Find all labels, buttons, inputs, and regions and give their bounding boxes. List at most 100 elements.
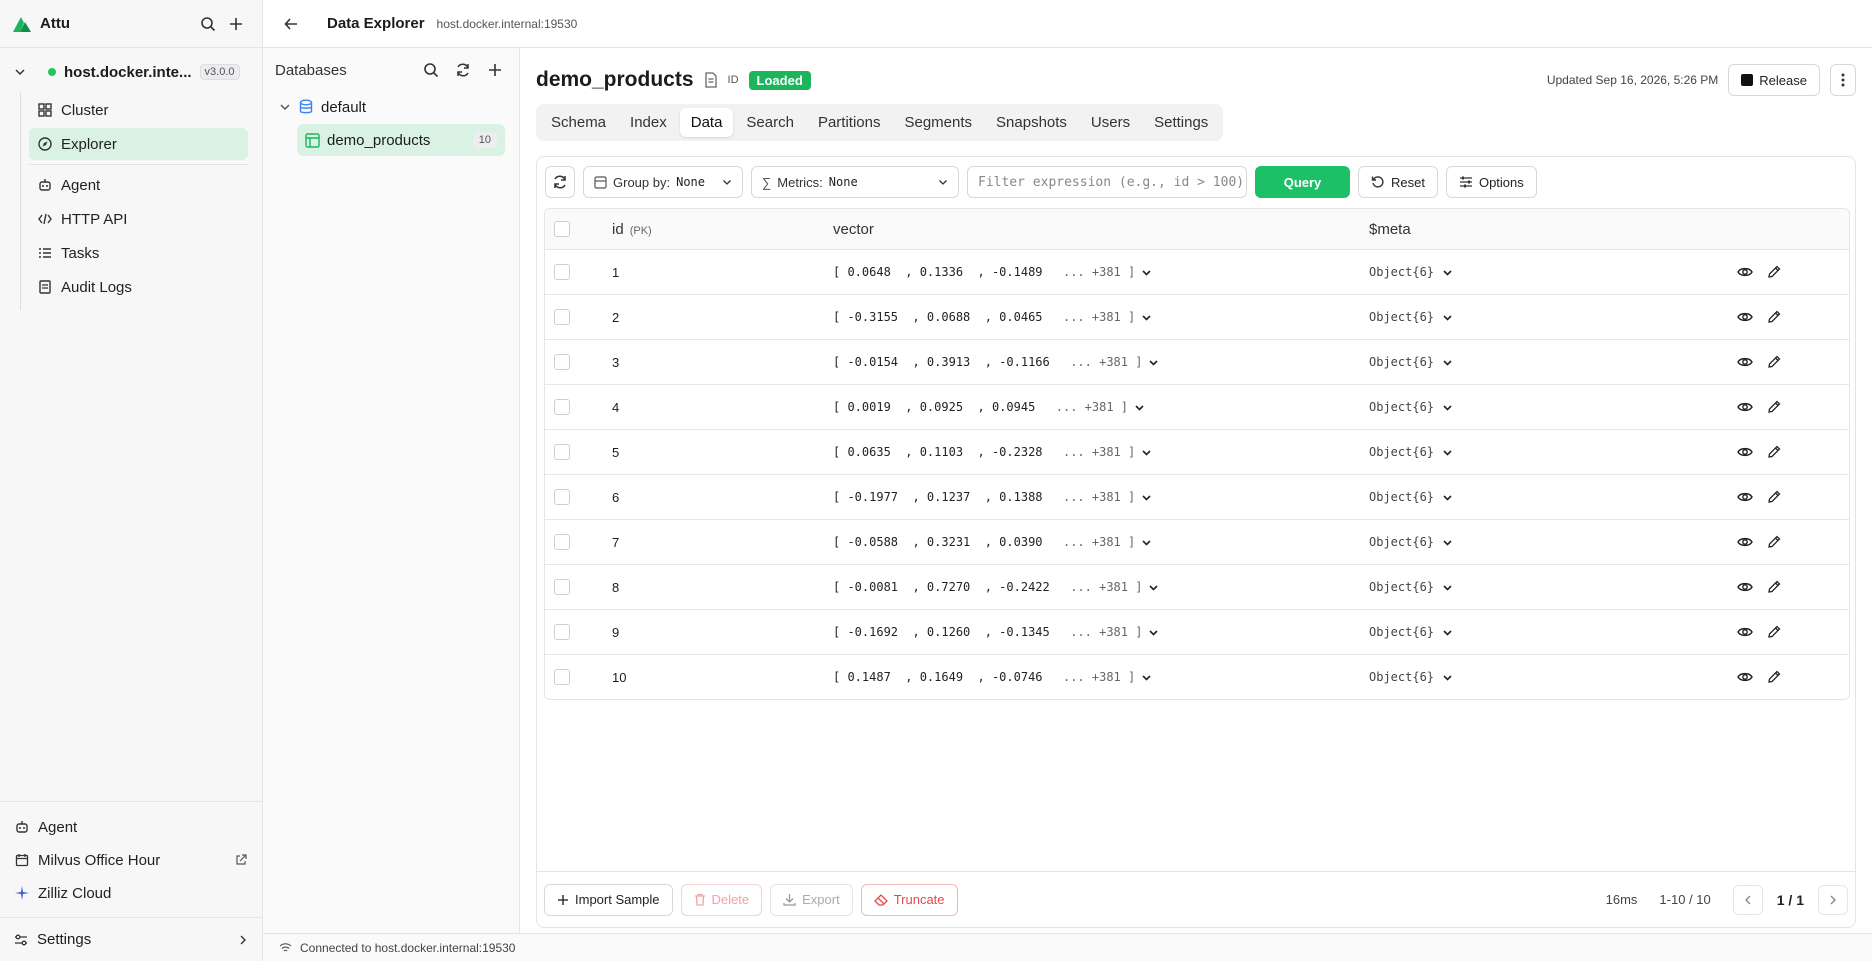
sidebar-item-explorer[interactable]: Explorer xyxy=(29,128,248,160)
chevron-down-icon[interactable] xyxy=(1442,447,1453,458)
table-row[interactable]: 2 [ -0.3155 , 0.0688 , 0.0465 ... +381 ] O… xyxy=(545,294,1849,339)
tab-segments[interactable]: Segments xyxy=(893,108,983,137)
more-actions-button[interactable] xyxy=(1830,64,1856,96)
chevron-down-icon[interactable] xyxy=(1148,627,1159,638)
pencil-icon[interactable] xyxy=(1767,355,1781,369)
previous-page-button[interactable] xyxy=(1732,884,1763,915)
table-row[interactable]: 8 [ -0.0081 , 0.7270 , -0.2422 ... +381 ]… xyxy=(545,564,1849,609)
chevron-down-icon[interactable] xyxy=(1141,447,1152,458)
pencil-icon[interactable] xyxy=(1767,310,1781,324)
row-checkbox[interactable] xyxy=(554,669,570,685)
pencil-icon[interactable] xyxy=(1767,670,1781,684)
table-row[interactable]: 7 [ -0.0588 , 0.3231 , 0.0390 ... +381 ] O… xyxy=(545,519,1849,564)
row-checkbox[interactable] xyxy=(554,399,570,415)
pencil-icon[interactable] xyxy=(1767,400,1781,414)
table-row[interactable]: 1 [ 0.0648 , 0.1336 , -0.1489 ... +381 ] O… xyxy=(545,249,1849,294)
tab-schema[interactable]: Schema xyxy=(540,108,617,137)
column-header-meta[interactable]: $meta xyxy=(1369,221,1411,238)
options-button[interactable]: Options xyxy=(1445,166,1537,198)
chevron-down-icon[interactable] xyxy=(1148,357,1159,368)
sidebar-bottom-zilliz[interactable]: Zilliz Cloud xyxy=(6,877,256,909)
database-refresh-button[interactable] xyxy=(449,56,477,84)
eye-icon[interactable] xyxy=(1737,581,1753,593)
eye-icon[interactable] xyxy=(1737,671,1753,683)
chevron-down-icon[interactable] xyxy=(1442,672,1453,683)
row-checkbox[interactable] xyxy=(554,624,570,640)
export-button[interactable]: Export xyxy=(770,883,853,916)
chevron-down-icon[interactable] xyxy=(1134,402,1145,413)
metrics-select[interactable]: ∑ Metrics: None xyxy=(751,166,959,198)
sidebar-item-http-api[interactable]: HTTP API xyxy=(29,203,248,235)
row-checkbox[interactable] xyxy=(554,579,570,595)
column-header-vector[interactable]: vector xyxy=(833,221,874,238)
global-search-button[interactable] xyxy=(194,10,222,38)
table-row[interactable]: 9 [ -0.1692 , 0.1260 , -0.1345 ... +381 ]… xyxy=(545,609,1849,654)
sidebar-bottom-office-hour[interactable]: Milvus Office Hour xyxy=(6,844,256,876)
database-node-default[interactable]: default xyxy=(263,92,519,122)
chevron-down-icon[interactable] xyxy=(1141,267,1152,278)
table-row[interactable]: 5 [ 0.0635 , 0.1103 , -0.2328 ... +381 ] O… xyxy=(545,429,1849,474)
chevron-down-icon[interactable] xyxy=(1442,312,1453,323)
chevron-down-icon[interactable] xyxy=(1442,402,1453,413)
eye-icon[interactable] xyxy=(1737,536,1753,548)
pencil-icon[interactable] xyxy=(1767,265,1781,279)
truncate-button[interactable]: Truncate xyxy=(860,883,958,916)
pencil-icon[interactable] xyxy=(1767,490,1781,504)
filter-expression-input[interactable]: Filter expression (e.g., id > 100) xyxy=(967,166,1247,198)
sidebar-bottom-agent[interactable]: Agent xyxy=(6,811,256,843)
refresh-data-button[interactable] xyxy=(545,166,575,198)
eye-icon[interactable] xyxy=(1737,356,1753,368)
sidebar-settings[interactable]: Settings xyxy=(0,917,262,961)
reset-button[interactable]: Reset xyxy=(1358,166,1438,198)
column-header-id[interactable]: id (PK) xyxy=(612,221,652,238)
release-button[interactable]: Release xyxy=(1728,64,1820,96)
tab-settings[interactable]: Settings xyxy=(1143,108,1219,137)
database-search-button[interactable] xyxy=(417,56,445,84)
chevron-down-icon[interactable] xyxy=(1442,582,1453,593)
chevron-down-icon[interactable] xyxy=(1141,312,1152,323)
import-sample-button[interactable]: Import Sample xyxy=(544,883,673,916)
chevron-down-icon[interactable] xyxy=(1442,537,1453,548)
eye-icon[interactable] xyxy=(1737,311,1753,323)
tab-data[interactable]: Data xyxy=(679,108,734,137)
collection-id-label[interactable]: ID xyxy=(728,74,739,86)
row-checkbox[interactable] xyxy=(554,309,570,325)
tab-users[interactable]: Users xyxy=(1080,108,1141,137)
tab-snapshots[interactable]: Snapshots xyxy=(985,108,1078,137)
table-row[interactable]: 3 [ -0.0154 , 0.3913 , -0.1166 ... +381 ]… xyxy=(545,339,1849,384)
next-page-button[interactable] xyxy=(1818,884,1848,915)
tab-index[interactable]: Index xyxy=(619,108,678,137)
chevron-down-icon[interactable] xyxy=(1141,537,1152,548)
eye-icon[interactable] xyxy=(1737,446,1753,458)
chevron-down-icon[interactable] xyxy=(1442,267,1453,278)
back-button[interactable] xyxy=(277,10,305,38)
row-checkbox[interactable] xyxy=(554,264,570,280)
add-connection-button[interactable] xyxy=(222,10,250,38)
table-row[interactable]: 6 [ -0.1977 , 0.1237 , 0.1388 ... +381 ] O… xyxy=(545,474,1849,519)
delete-button[interactable]: Delete xyxy=(680,883,763,916)
chevron-down-icon[interactable] xyxy=(1148,582,1159,593)
pencil-icon[interactable] xyxy=(1767,580,1781,594)
row-checkbox[interactable] xyxy=(554,444,570,460)
sidebar-item-agent[interactable]: Agent xyxy=(29,169,248,201)
pencil-icon[interactable] xyxy=(1767,445,1781,459)
sidebar-item-cluster[interactable]: Cluster xyxy=(29,94,248,126)
table-row[interactable]: 4 [ 0.0019 , 0.0925 , 0.0945 ... +381 ] Ob… xyxy=(545,384,1849,429)
eye-icon[interactable] xyxy=(1737,266,1753,278)
tab-search[interactable]: Search xyxy=(735,108,805,137)
eye-icon[interactable] xyxy=(1737,626,1753,638)
query-button[interactable]: Query xyxy=(1255,166,1350,198)
app-logo[interactable]: Attu xyxy=(12,15,70,33)
pencil-icon[interactable] xyxy=(1767,625,1781,639)
connection-row[interactable]: host.docker.inte... v3.0.0 xyxy=(0,48,262,96)
copy-document-icon[interactable] xyxy=(704,72,718,88)
tab-partitions[interactable]: Partitions xyxy=(807,108,892,137)
pencil-icon[interactable] xyxy=(1767,535,1781,549)
sidebar-item-tasks[interactable]: Tasks xyxy=(29,237,248,269)
collection-node-demo-products[interactable]: demo_products 10 xyxy=(297,124,505,156)
chevron-down-icon[interactable] xyxy=(1442,492,1453,503)
table-row[interactable]: 10 [ 0.1487 , 0.1649 , -0.0746 ... +381 ]… xyxy=(545,654,1849,699)
row-checkbox[interactable] xyxy=(554,534,570,550)
eye-icon[interactable] xyxy=(1737,401,1753,413)
row-checkbox[interactable] xyxy=(554,489,570,505)
